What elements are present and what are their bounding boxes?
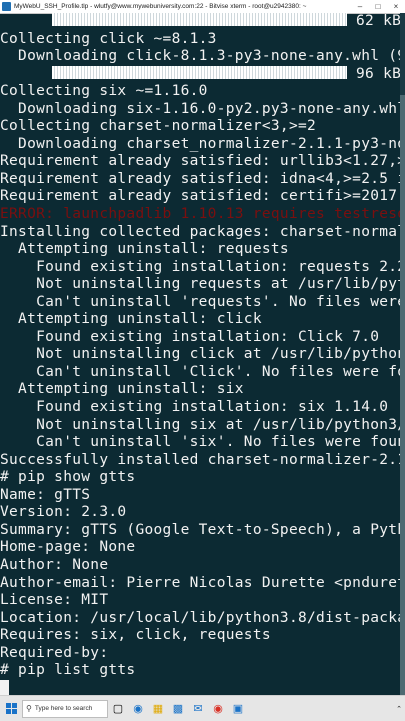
terminal-line: Found existing installation: Click 7.0 [0,328,380,345]
close-icon[interactable]: × [387,2,405,11]
store-icon[interactable]: ▩ [168,696,188,721]
progress-line: 62 kB [0,13,400,31]
terminal-line: Not uninstalling click at /usr/lib/pytho… [0,346,400,363]
terminal-line: Author-email: Pierre Nicolas Durette <pn… [0,574,400,591]
terminal-line: Home-page: None [0,539,136,556]
terminal-line: License: MIT [0,592,109,609]
download-progress-bar [52,13,347,26]
terminal-line: Can't uninstall 'Click'. No files were f… [0,363,400,380]
file-explorer-icon[interactable]: ▦ [148,696,168,721]
terminal-line: Not uninstalling requests at /usr/lib/py… [0,276,400,293]
download-progress-bar [52,65,347,79]
terminal-line: Collecting six ~=1.16.0 [0,83,208,100]
progress-line: 96 kB [0,65,400,84]
text-cursor [0,679,9,695]
terminal-line: Requires: six, click, requests [0,627,271,644]
terminal-line: Requirement already satisfied: idna<4,>=… [0,170,400,187]
windows-logo-icon [5,703,17,714]
chrome-icon[interactable]: ◉ [208,696,228,721]
terminal-line: Downloading click-8.1.3-py3-none-any.whl… [0,48,400,65]
terminal-line: Found existing installation: six 1.14.0 [0,399,389,416]
terminal-line: Downloading six-1.16.0-py2.py3-none-any.… [0,100,400,117]
terminal-line: Required-by: [0,644,109,661]
minimize-icon[interactable]: – [351,2,369,11]
terminal-line: Successfully installed charset-normalize… [0,451,400,468]
task-view-icon[interactable]: ▢ [108,696,128,721]
error-line: ERROR: launchpadlib 1.10.13 requires tes… [0,206,400,223]
terminal-scrollbar[interactable] [400,13,405,695]
terminal-line: Installing collected packages: charset-n… [0,223,400,240]
terminal-output[interactable]: 62 kB Collecting click ~=8.1.3 Downloadi… [0,13,400,695]
terminal-line: Version: 2.3.0 [0,504,127,521]
terminal-line: Attempting uninstall: click [0,311,262,328]
terminal-line: Collecting charset-normalizer<3,>=2 [0,118,317,135]
start-button[interactable] [0,696,22,721]
terminal-line: Author: None [0,556,109,573]
mail-icon[interactable]: ✉ [188,696,208,721]
taskbar-search-box[interactable]: ⚲ Type here to search [22,699,108,718]
scrollbar-thumb[interactable] [400,95,405,695]
terminal-line: Summary: gTTS (Google Text-to-Speech), a… [0,521,400,538]
window-title-bar: MyWebU_SSH_Profile.tlp - wlutfy@www.mywe… [0,0,405,14]
terminal-line: # pip show gtts [0,469,136,486]
system-tray-icon[interactable]: ⌃ [393,705,405,713]
prompt-line[interactable] [0,679,400,695]
terminal-line: Location: /usr/local/lib/python3.8/dist-… [0,609,400,626]
window-title: MyWebU_SSH_Profile.tlp - wlutfy@www.mywe… [14,3,307,10]
terminal-line: Found existing installation: requests 2.… [0,258,400,275]
terminal-line: Attempting uninstall: six [0,381,244,398]
terminal-line: Requirement already satisfied: urllib3<1… [0,153,400,170]
terminal-line: Collecting click ~=8.1.3 [0,30,217,47]
terminal-icon[interactable]: ▣ [228,696,248,721]
windows-taskbar: ⚲ Type here to search ▢ ◉ ▦ ▩ ✉ ◉ ▣ ⌃ [0,695,405,721]
maximize-icon[interactable]: □ [369,2,387,11]
edge-icon[interactable]: ◉ [128,696,148,721]
search-icon: ⚲ [26,704,32,713]
terminal-line: # pip list gtts [0,662,136,679]
search-placeholder: Type here to search [34,705,93,712]
terminal-line: Can't uninstall 'requests'. No files wer… [0,293,400,310]
terminal-line: Requirement already satisfied: certifi>=… [0,188,400,205]
bitvise-app-icon [2,2,11,11]
terminal-line: Downloading charset_normalizer-2.1.1-py3… [0,135,400,152]
terminal-line: Can't uninstall 'six'. No files were fou… [0,434,400,451]
terminal-line: Not uninstalling six at /usr/lib/python3… [0,416,400,433]
terminal-line: Name: gTTS [0,486,91,503]
terminal-line: Attempting uninstall: requests [0,241,289,258]
